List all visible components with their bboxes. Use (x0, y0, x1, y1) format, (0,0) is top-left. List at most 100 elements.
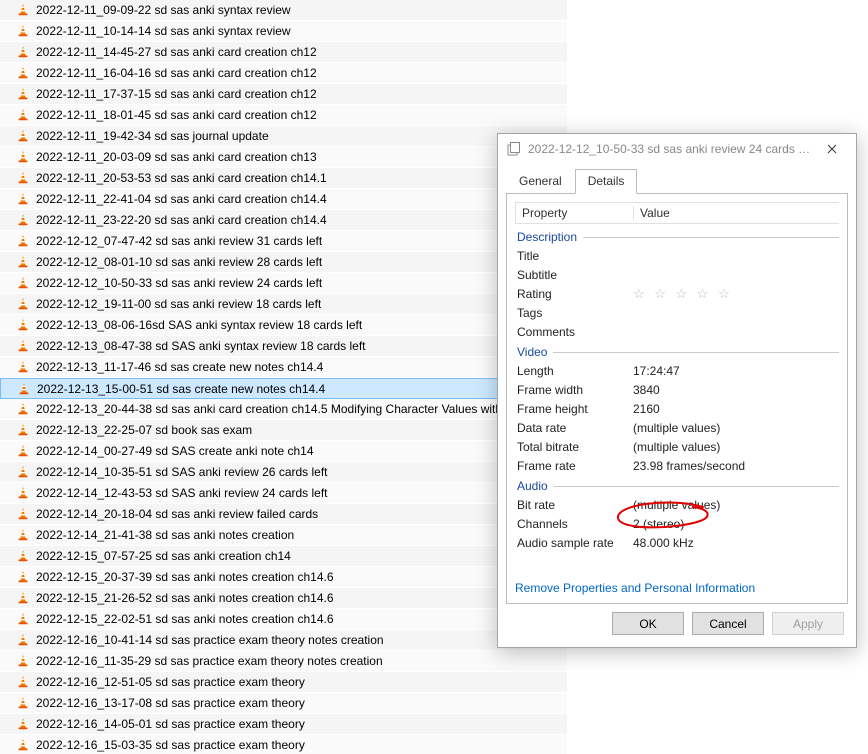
apply-button[interactable]: Apply (772, 612, 844, 635)
file-row[interactable]: 2022-12-11_09-09-22 sd sas anki syntax r… (0, 0, 567, 21)
property-value: 3840 (633, 383, 839, 397)
property-columns-header: Property Value (515, 202, 839, 224)
vlc-icon (16, 360, 30, 374)
vlc-icon (16, 633, 30, 647)
property-row[interactable]: Title (515, 246, 839, 265)
properties-dialog: 2022-12-12_10-50-33 sd sas anki review 2… (497, 133, 857, 648)
close-button[interactable] (812, 134, 852, 164)
property-list[interactable]: DescriptionTitleSubtitleRating☆ ☆ ☆ ☆ ☆T… (515, 226, 839, 575)
column-value[interactable]: Value (634, 206, 839, 220)
property-row[interactable]: Total bitrate(multiple values) (515, 437, 839, 456)
file-row[interactable]: 2022-12-16_15-03-35 sd sas practice exam… (0, 735, 567, 754)
file-row[interactable]: 2022-12-16_11-35-29 sd sas practice exam… (0, 651, 567, 672)
file-row[interactable]: 2022-12-11_23-22-20 sd sas anki card cre… (0, 210, 567, 231)
property-name: Bit rate (515, 498, 633, 512)
property-row[interactable]: Bit rate(multiple values) (515, 495, 839, 514)
file-row[interactable]: 2022-12-13_08-06-16sd SAS anki syntax re… (0, 315, 567, 336)
vlc-icon (16, 213, 30, 227)
remove-properties-link[interactable]: Remove Properties and Personal Informati… (515, 581, 755, 595)
file-row[interactable]: 2022-12-14_10-35-51 sd SAS anki review 2… (0, 462, 567, 483)
file-row[interactable]: 2022-12-15_20-37-39 sd sas anki notes cr… (0, 567, 567, 588)
file-name: 2022-12-13_08-06-16sd SAS anki syntax re… (36, 318, 362, 332)
property-name: Comments (515, 325, 633, 339)
file-row[interactable]: 2022-12-12_08-01-10 sd sas anki review 2… (0, 252, 567, 273)
file-row[interactable]: 2022-12-14_12-43-53 sd SAS anki review 2… (0, 483, 567, 504)
file-row[interactable]: 2022-12-11_10-14-14 sd sas anki syntax r… (0, 21, 567, 42)
file-row[interactable]: 2022-12-15_22-02-51 sd sas anki notes cr… (0, 609, 567, 630)
dialog-buttons: OK Cancel Apply (498, 612, 856, 647)
file-row[interactable]: 2022-12-16_13-17-08 sd sas practice exam… (0, 693, 567, 714)
vlc-icon (16, 444, 30, 458)
property-row[interactable]: Tags (515, 303, 839, 322)
file-name: 2022-12-14_20-18-04 sd sas anki review f… (36, 507, 318, 521)
group-audio: Audio (515, 475, 839, 495)
property-value: (multiple values) (633, 421, 839, 435)
file-row[interactable]: 2022-12-11_19-42-34 sd sas journal updat… (0, 126, 567, 147)
property-row[interactable]: Comments (515, 322, 839, 341)
property-row[interactable]: Length17:24:47 (515, 361, 839, 380)
file-row[interactable]: 2022-12-12_19-11-00 sd sas anki review 1… (0, 294, 567, 315)
file-row[interactable]: 2022-12-13_11-17-46 sd sas create new no… (0, 357, 567, 378)
property-value: 17:24:47 (633, 364, 839, 378)
file-row[interactable]: 2022-12-13_08-47-38 sd SAS anki syntax r… (0, 336, 567, 357)
property-name: Data rate (515, 421, 633, 435)
file-row[interactable]: 2022-12-12_10-50-33 sd sas anki review 2… (0, 273, 567, 294)
tab-general[interactable]: General (506, 169, 575, 194)
property-name: Rating (515, 287, 633, 301)
vlc-icon (16, 3, 30, 17)
file-row[interactable]: 2022-12-13_22-25-07 sd book sas exam (0, 420, 567, 441)
property-name: Frame rate (515, 459, 633, 473)
property-row[interactable]: Frame height2160 (515, 399, 839, 418)
file-row[interactable]: 2022-12-16_14-05-01 sd sas practice exam… (0, 714, 567, 735)
tab-details[interactable]: Details (575, 169, 638, 194)
group-description: Description (515, 226, 839, 246)
property-row[interactable]: Subtitle (515, 265, 839, 284)
vlc-icon (16, 276, 30, 290)
property-row[interactable]: Frame width3840 (515, 380, 839, 399)
file-list[interactable]: 2022-12-11_09-09-22 sd sas anki syntax r… (0, 0, 567, 754)
property-value: 2 (stereo) (633, 517, 839, 531)
file-row[interactable]: 2022-12-13_20-44-38 sd sas anki card cre… (0, 399, 567, 420)
vlc-icon (17, 382, 31, 396)
property-name: Subtitle (515, 268, 633, 282)
ok-button[interactable]: OK (612, 612, 684, 635)
file-row[interactable]: 2022-12-12_07-47-42 sd sas anki review 3… (0, 231, 567, 252)
file-row[interactable]: 2022-12-14_20-18-04 sd sas anki review f… (0, 504, 567, 525)
file-row[interactable]: 2022-12-11_14-45-27 sd sas anki card cre… (0, 42, 567, 63)
file-row[interactable]: 2022-12-15_07-57-25 sd sas anki creation… (0, 546, 567, 567)
file-row[interactable]: 2022-12-11_20-03-09 sd sas anki card cre… (0, 147, 567, 168)
file-row[interactable]: 2022-12-13_15-00-51 sd sas create new no… (0, 378, 567, 399)
vlc-icon (16, 87, 30, 101)
file-name: 2022-12-13_22-25-07 sd book sas exam (36, 423, 252, 437)
file-name: 2022-12-11_22-41-04 sd sas anki card cre… (36, 192, 327, 206)
file-row[interactable]: 2022-12-14_00-27-49 sd SAS create anki n… (0, 441, 567, 462)
file-row[interactable]: 2022-12-11_16-04-16 sd sas anki card cre… (0, 63, 567, 84)
file-row[interactable]: 2022-12-11_22-41-04 sd sas anki card cre… (0, 189, 567, 210)
file-name: 2022-12-14_12-43-53 sd SAS anki review 2… (36, 486, 328, 500)
property-row[interactable]: Data rate(multiple values) (515, 418, 839, 437)
file-row[interactable]: 2022-12-15_21-26-52 sd sas anki notes cr… (0, 588, 567, 609)
property-row[interactable]: Rating☆ ☆ ☆ ☆ ☆ (515, 284, 839, 303)
file-name: 2022-12-11_23-22-20 sd sas anki card cre… (36, 213, 327, 227)
file-row[interactable]: 2022-12-11_18-01-45 sd sas anki card cre… (0, 105, 567, 126)
property-value: ☆ ☆ ☆ ☆ ☆ (633, 286, 839, 302)
property-row[interactable]: Channels2 (stereo) (515, 514, 839, 533)
property-row[interactable]: Audio sample rate48.000 kHz (515, 533, 839, 552)
property-value: 2160 (633, 402, 839, 416)
cancel-button[interactable]: Cancel (692, 612, 764, 635)
file-row[interactable]: 2022-12-16_10-41-14 sd sas practice exam… (0, 630, 567, 651)
column-property[interactable]: Property (516, 206, 634, 220)
details-pane: Property Value DescriptionTitle Subtitle R… (506, 193, 848, 604)
dialog-title: 2022-12-12_10-50-33 sd sas anki review 2… (528, 142, 812, 156)
property-value: 23.98 frames/second (633, 459, 839, 473)
file-name: 2022-12-16_13-17-08 sd sas practice exam… (36, 696, 305, 710)
file-row[interactable]: 2022-12-16_12-51-05 sd sas practice exam… (0, 672, 567, 693)
file-row[interactable]: 2022-12-11_20-53-53 sd sas anki card cre… (0, 168, 567, 189)
property-row[interactable]: Frame rate23.98 frames/second (515, 456, 839, 475)
file-name: 2022-12-15_07-57-25 sd sas anki creation… (36, 549, 291, 563)
file-name: 2022-12-11_16-04-16 sd sas anki card cre… (36, 66, 317, 80)
file-name: 2022-12-11_09-09-22 sd sas anki syntax r… (36, 3, 291, 17)
property-name: Channels (515, 517, 633, 531)
file-row[interactable]: 2022-12-11_17-37-15 sd sas anki card cre… (0, 84, 567, 105)
file-row[interactable]: 2022-12-14_21-41-38 sd sas anki notes cr… (0, 525, 567, 546)
